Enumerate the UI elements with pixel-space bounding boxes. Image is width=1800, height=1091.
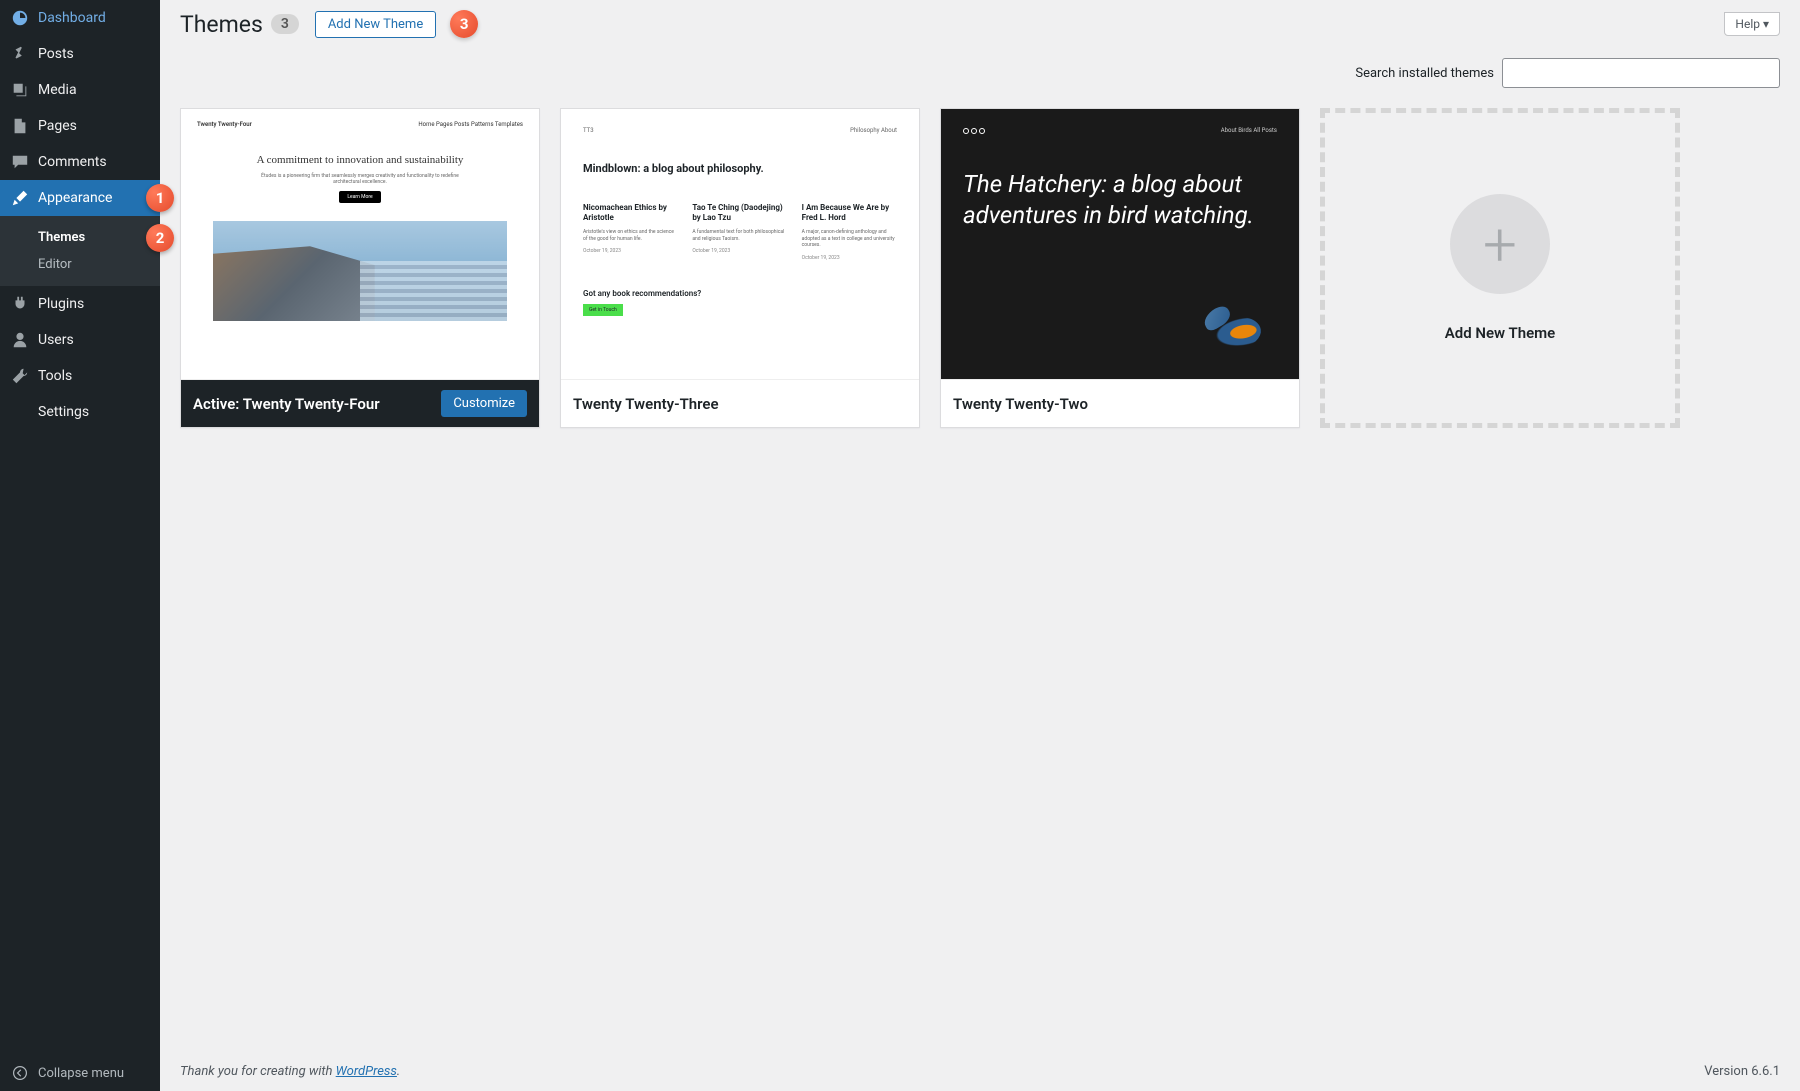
admin-sidebar: Dashboard Posts Media Pages Comments App… <box>0 0 160 1091</box>
menu-label: Media <box>38 82 77 98</box>
menu-settings[interactable]: Settings <box>0 394 160 430</box>
menu-tools[interactable]: Tools <box>0 358 160 394</box>
page-header: Themes 3 Add New Theme 3 Help ▾ <box>180 10 1780 38</box>
bird-illustration <box>1191 301 1271 361</box>
menu-label: Comments <box>38 154 107 170</box>
dashboard-icon <box>10 8 30 28</box>
main-content: Themes 3 Add New Theme 3 Help ▾ Search i… <box>160 0 1800 1091</box>
menu-label: Tools <box>38 368 72 384</box>
appearance-submenu: Themes 2 Editor <box>0 216 160 286</box>
submenu-editor[interactable]: Editor <box>0 251 160 278</box>
theme-name: Active: Twenty Twenty-Four <box>193 395 380 413</box>
page-title: Themes <box>180 11 263 38</box>
menu-appearance[interactable]: Appearance 1 <box>0 180 160 216</box>
submenu-themes[interactable]: Themes 2 <box>0 224 160 251</box>
submenu-label: Editor <box>38 257 72 272</box>
collapse-label: Collapse menu <box>38 1066 124 1081</box>
add-new-theme-card[interactable]: + Add New Theme <box>1320 108 1680 428</box>
menu-label: Pages <box>38 118 77 134</box>
theme-card-twenty-twenty-four[interactable]: Twenty Twenty-FourHome Pages Posts Patte… <box>180 108 540 428</box>
add-new-theme-button[interactable]: Add New Theme <box>315 11 436 38</box>
theme-screenshot: About Birds All Posts The Hatchery: a bl… <box>941 109 1299 379</box>
menu-label: Posts <box>38 46 74 62</box>
menu-media[interactable]: Media <box>0 72 160 108</box>
submenu-label: Themes <box>38 230 85 245</box>
menu-label: Plugins <box>38 296 84 312</box>
wordpress-link[interactable]: WordPress <box>336 1064 397 1079</box>
menu-label: Users <box>38 332 74 348</box>
collapse-menu[interactable]: Collapse menu <box>0 1055 160 1091</box>
user-icon <box>10 330 30 350</box>
search-label: Search installed themes <box>1355 66 1494 81</box>
annotation-badge-1: 1 <box>146 184 174 212</box>
theme-count: 3 <box>271 14 299 34</box>
menu-label: Dashboard <box>38 10 106 26</box>
comment-icon <box>10 152 30 172</box>
theme-card-twenty-twenty-three[interactable]: TT3Philosophy About Mindblown: a blog ab… <box>560 108 920 428</box>
add-new-label: Add New Theme <box>1445 324 1556 342</box>
menu-users[interactable]: Users <box>0 322 160 358</box>
page-icon <box>10 116 30 136</box>
media-icon <box>10 80 30 100</box>
logo-icon <box>963 128 985 134</box>
menu-comments[interactable]: Comments <box>0 144 160 180</box>
menu-label: Appearance <box>38 190 112 206</box>
customize-button[interactable]: Customize <box>441 390 527 417</box>
plug-icon <box>10 294 30 314</box>
themes-grid: Twenty Twenty-FourHome Pages Posts Patte… <box>180 108 1780 428</box>
menu-dashboard[interactable]: Dashboard <box>0 0 160 36</box>
menu-label: Settings <box>38 404 89 420</box>
footer-thanks: Thank you for creating with WordPress. <box>180 1064 400 1079</box>
annotation-badge-3: 3 <box>450 10 478 38</box>
menu-posts[interactable]: Posts <box>0 36 160 72</box>
brush-icon <box>10 188 30 208</box>
menu-pages[interactable]: Pages <box>0 108 160 144</box>
collapse-icon <box>10 1063 30 1083</box>
sliders-icon <box>10 402 30 422</box>
theme-name: Twenty Twenty-Two <box>953 395 1088 413</box>
search-input[interactable] <box>1502 58 1780 88</box>
annotation-badge-2: 2 <box>146 224 174 252</box>
search-row: Search installed themes <box>180 58 1780 88</box>
plus-icon: + <box>1450 194 1550 294</box>
pin-icon <box>10 44 30 64</box>
admin-footer: Thank you for creating with WordPress. V… <box>180 1052 1780 1091</box>
wrench-icon <box>10 366 30 386</box>
help-button[interactable]: Help ▾ <box>1724 12 1780 36</box>
theme-screenshot: Twenty Twenty-FourHome Pages Posts Patte… <box>181 109 539 379</box>
theme-screenshot: TT3Philosophy About Mindblown: a blog ab… <box>561 109 919 379</box>
menu-plugins[interactable]: Plugins <box>0 286 160 322</box>
theme-card-twenty-twenty-two[interactable]: About Birds All Posts The Hatchery: a bl… <box>940 108 1300 428</box>
footer-version: Version 6.6.1 <box>1704 1064 1780 1079</box>
theme-name: Twenty Twenty-Three <box>573 395 719 413</box>
